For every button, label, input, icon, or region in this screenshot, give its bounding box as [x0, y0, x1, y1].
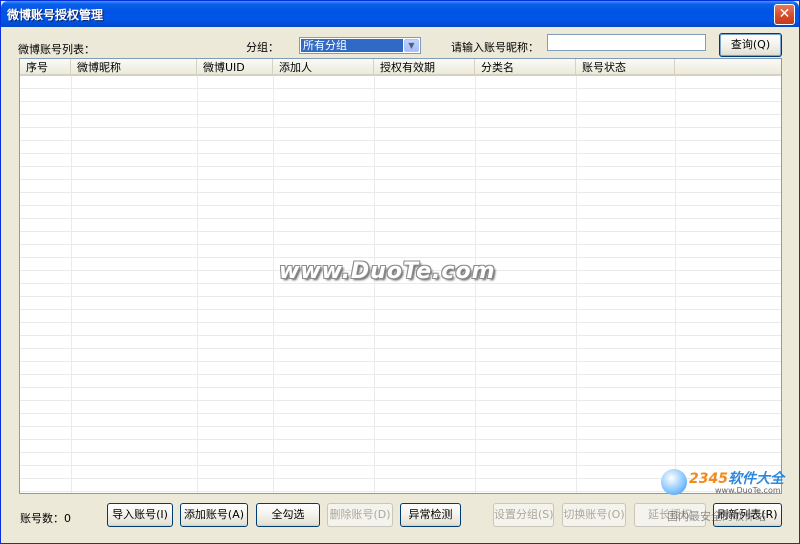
import-accounts-button[interactable]: 导入账号(I) — [107, 503, 173, 527]
close-button[interactable]: ✕ — [774, 4, 795, 25]
site-logo: 2345软件大全 www.DuoTe.com — [661, 467, 800, 497]
chevron-down-icon[interactable]: ▼ — [404, 39, 419, 52]
column-divider — [576, 76, 577, 493]
logo-url: www.DuoTe.com — [715, 486, 781, 495]
anomaly-check-button[interactable]: 异常检测 — [400, 503, 461, 527]
column-divider — [273, 76, 274, 493]
column-divider — [475, 76, 476, 493]
column-header-added-by[interactable]: 添加人 — [273, 59, 374, 76]
column-header-nickname[interactable]: 微博昵称 — [71, 59, 197, 76]
select-all-button[interactable]: 全勾选 — [256, 503, 320, 527]
column-header-category[interactable]: 分类名 — [475, 59, 576, 76]
table-header: 序号 微博昵称 微博UID 添加人 授权有效期 分类名 账号状态 — [20, 59, 781, 76]
window-title: 微博账号授权管理 — [7, 8, 104, 22]
nickname-search-input[interactable] — [547, 34, 706, 51]
column-divider — [197, 76, 198, 493]
main-window: 微博账号授权管理 ✕ 微博账号列表： 分组： 所有分组 ▼ 请输入账号昵称： 查… — [0, 0, 800, 544]
column-header-filler — [675, 59, 781, 76]
group-label: 分组： — [246, 41, 279, 54]
mascot-icon — [661, 469, 687, 495]
column-divider — [71, 76, 72, 493]
column-header-uid[interactable]: 微博UID — [197, 59, 273, 76]
search-label: 请输入账号昵称： — [451, 41, 539, 54]
add-account-button[interactable]: 添加账号(A) — [180, 503, 248, 527]
column-divider — [675, 76, 676, 493]
account-count: 账号数：0 — [20, 512, 71, 525]
group-select-value: 所有分组 — [301, 39, 403, 52]
column-header-index[interactable]: 序号 — [20, 59, 71, 76]
logo-brand: 2345软件大全 — [689, 471, 784, 487]
query-button[interactable]: 查询(Q) — [719, 33, 782, 57]
table-body[interactable] — [20, 76, 781, 493]
logo-slogan: 国内最安全的软件站 — [667, 510, 766, 523]
group-select[interactable]: 所有分组 ▼ — [299, 37, 421, 54]
column-header-status[interactable]: 账号状态 — [576, 59, 675, 76]
column-header-auth-expiry[interactable]: 授权有效期 — [374, 59, 475, 76]
title-bar[interactable]: 微博账号授权管理 ✕ — [1, 1, 799, 27]
column-divider — [374, 76, 375, 493]
delete-account-button[interactable]: 删除账号(D) — [327, 503, 393, 527]
duote-watermark: www.DuoTe.com — [279, 259, 496, 284]
account-list-label: 微博账号列表： — [18, 43, 95, 56]
close-icon: ✕ — [778, 6, 791, 22]
switch-account-button[interactable]: 切换账号(O) — [562, 503, 626, 527]
set-group-button[interactable]: 设置分组(S) — [493, 503, 554, 527]
